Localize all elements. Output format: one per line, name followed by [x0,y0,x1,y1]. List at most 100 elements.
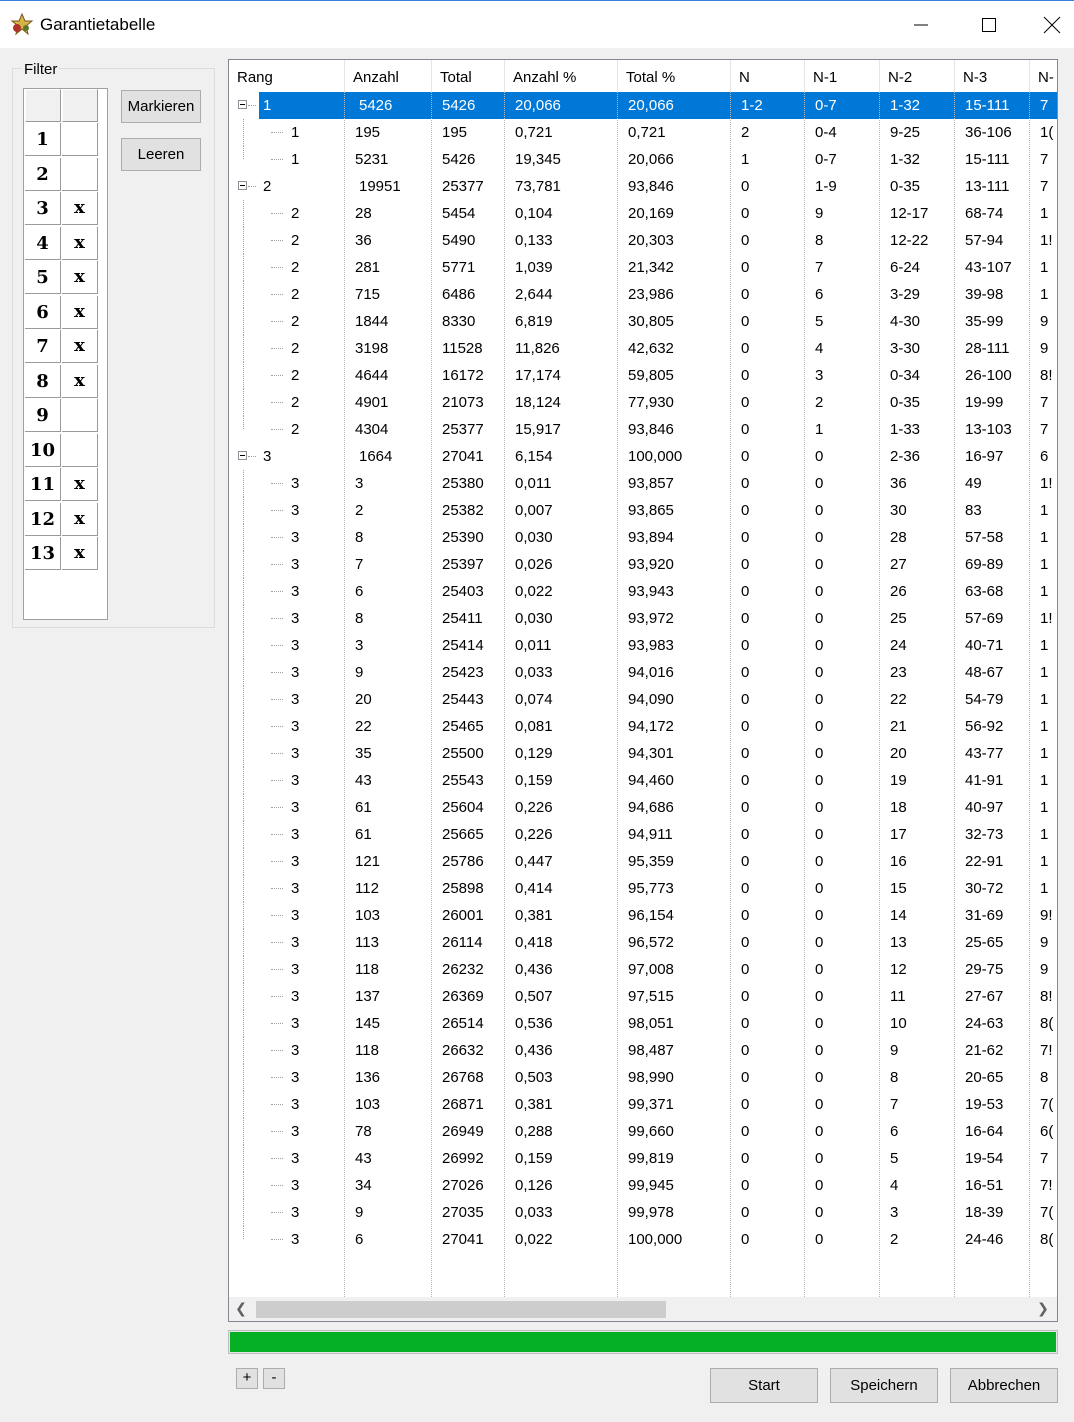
table-row[interactable]: 1 5231 5426 19,345 20,066 1 0-7 1-32 15-111 7 [229,146,1057,173]
column-header[interactable]: N-3 [955,60,1030,92]
filter-row-mark[interactable]: x [62,537,98,570]
collapse-toggle-icon[interactable] [238,181,247,190]
column-header[interactable]: Total [432,60,505,92]
table-row[interactable]: 3 61 25604 0,226 94,686 0 0 18 40-97 1 [229,794,1057,821]
table-row[interactable]: 2 715 6486 2,644 23,986 0 6 3-29 39-98 1 [229,281,1057,308]
scroll-left-icon[interactable]: ❮ [233,1300,249,1317]
table-row[interactable]: 3 8 25390 0,030 93,894 0 0 28 57-58 1 [229,524,1057,551]
column-header[interactable]: N [731,60,805,92]
filter-row-number[interactable]: 12 [25,502,61,536]
table-row[interactable]: 3 78 26949 0,288 99,660 0 0 6 16-64 6( [229,1118,1057,1145]
table-row[interactable]: 3 20 25443 0,074 94,090 0 0 22 54-79 1 [229,686,1057,713]
table-row[interactable]: 3 34 27026 0,126 99,945 0 0 4 16-51 7! [229,1172,1057,1199]
filter-row-mark[interactable]: x [62,502,98,536]
table-row[interactable]: 3 113 26114 0,418 96,572 0 0 13 25-65 9 [229,929,1057,956]
table-row[interactable]: 3 43 25543 0,159 94,460 0 0 19 41-91 1 [229,767,1057,794]
table-row[interactable]: 3 118 26632 0,436 98,487 0 0 9 21-62 7! [229,1037,1057,1064]
filter-row-number[interactable]: 9 [25,399,61,432]
filter-row-number[interactable]: 4 [25,226,61,260]
filter-row-mark[interactable]: x [62,330,98,363]
filter-row-number[interactable]: 3 [25,192,61,225]
table-row[interactable]: 3 2 25382 0,007 93,865 0 0 30 83 1 [229,497,1057,524]
table-row[interactable]: 3 103 26871 0,381 99,371 0 0 7 19-53 7( [229,1091,1057,1118]
column-header[interactable]: Total % [618,60,731,92]
table-row[interactable]: 2 1844 8330 6,819 30,805 0 5 4-30 35-99 9 [229,308,1057,335]
table-group-row[interactable]: 1 5426 5426 20,066 20,066 1-2 0-7 1-32 15-111 7 [229,92,1057,119]
markieren-button[interactable]: Markieren [121,90,201,123]
filter-row-number[interactable]: 6 [25,295,61,329]
filter-row-number[interactable]: 13 [25,537,61,570]
table-row[interactable]: 2 4304 25377 15,917 93,846 0 1 1-33 13-103 7 [229,416,1057,443]
filter-row-mark[interactable]: x [62,468,98,501]
table-row[interactable]: 3 8 25411 0,030 93,972 0 0 25 57-69 1! [229,605,1057,632]
table-row[interactable]: 2 3198 11528 11,826 42,632 0 4 3-30 28-111 9 [229,335,1057,362]
maximize-button[interactable] [960,1,1018,49]
table-row[interactable]: 3 61 25665 0,226 94,911 0 0 17 32-73 1 [229,821,1057,848]
table-row[interactable]: 2 4644 16172 17,174 59,805 0 3 0-34 26-100 8! [229,362,1057,389]
scroll-right-icon[interactable]: ❯ [1035,1300,1051,1317]
table-row[interactable]: 3 118 26232 0,436 97,008 0 0 12 29-75 9 [229,956,1057,983]
filter-row-mark[interactable]: x [62,364,98,398]
collapse-toggle-icon[interactable] [238,451,247,460]
table-group-row[interactable]: 3 1664 27041 6,154 100,000 0 0 2-36 16-97 6 [229,443,1057,470]
scrollbar-thumb[interactable] [256,1301,666,1318]
minimize-button[interactable] [892,1,950,49]
column-header[interactable]: Anzahl % [505,60,618,92]
table-row[interactable]: 2 28 5454 0,104 20,169 0 9 12-17 68-74 1 [229,200,1057,227]
filter-row-mark[interactable]: x [62,295,98,329]
speichern-button[interactable]: Speichern [830,1368,938,1403]
table-row[interactable]: 3 9 27035 0,033 99,978 0 0 3 18-39 7( [229,1199,1057,1226]
table-row[interactable]: 3 43 26992 0,159 99,819 0 0 5 19-54 7 [229,1145,1057,1172]
filter-grid[interactable]: 1 2 3 x 4 x 5 x 6 x 7 x 8 x 9 10 11 x 12 x 13 x [23,88,108,620]
table-cell-total: 25414 [442,637,484,654]
filter-row-number[interactable]: 7 [25,330,61,363]
filter-row-mark[interactable]: x [62,261,98,294]
filter-row-number[interactable]: 1 [25,123,61,156]
table-row[interactable]: 3 35 25500 0,129 94,301 0 0 20 43-77 1 [229,740,1057,767]
table-row[interactable]: 3 6 27041 0,022 100,000 0 0 2 24-46 8( [229,1226,1057,1253]
table-row[interactable]: 3 9 25423 0,033 94,016 0 0 23 48-67 1 [229,659,1057,686]
table-row[interactable]: 3 145 26514 0,536 98,051 0 0 10 24-63 8( [229,1010,1057,1037]
filter-row-mark[interactable] [62,433,98,467]
table-row[interactable]: 3 112 25898 0,414 95,773 0 0 15 30-72 1 [229,875,1057,902]
filter-row-mark[interactable] [62,123,98,156]
collapse-toggle-icon[interactable] [238,100,247,109]
close-button[interactable] [1030,1,1074,49]
abbrechen-button[interactable]: Abbrechen [950,1368,1058,1403]
filter-row-number[interactable]: 10 [25,433,61,467]
table-row[interactable]: 3 103 26001 0,381 96,154 0 0 14 31-69 9! [229,902,1057,929]
filter-row-number[interactable]: 5 [25,261,61,294]
filter-row-number[interactable]: 11 [25,468,61,501]
column-header[interactable]: N-2 [880,60,955,92]
column-header[interactable]: N-1 [805,60,880,92]
table-row[interactable]: 2 281 5771 1,039 21,342 0 7 6-24 43-107 1 [229,254,1057,281]
expand-all-button[interactable]: + [236,1368,258,1389]
filter-row-number[interactable]: 8 [25,364,61,398]
filter-row-mark[interactable] [62,399,98,432]
table-group-row[interactable]: 2 19951 25377 73,781 93,846 0 1-9 0-35 13-111 7 [229,173,1057,200]
table-cell-n: 8 [1040,1069,1049,1086]
column-header[interactable]: Anzahl [345,60,432,92]
table-row[interactable]: 3 3 25380 0,011 93,857 0 0 36 49 1! [229,470,1057,497]
column-header[interactable]: Rang [229,60,345,92]
table-row[interactable]: 3 7 25397 0,026 93,920 0 0 27 69-89 1 [229,551,1057,578]
filter-row-number[interactable]: 2 [25,157,61,191]
table-row[interactable]: 3 6 25403 0,022 93,943 0 0 26 63-68 1 [229,578,1057,605]
horizontal-scrollbar[interactable]: ❮ ❯ [229,1297,1057,1321]
table-row[interactable]: 1 195 195 0,721 0,721 2 0-4 9-25 36-106 1( [229,119,1057,146]
filter-row-mark[interactable]: x [62,226,98,260]
filter-row-mark[interactable] [62,157,98,191]
guarantee-table[interactable]: Rang Anzahl Total Anzahl % Total % N N-1 N-2 N-3… [228,59,1058,1322]
leeren-button[interactable]: Leeren [121,138,201,171]
filter-row-mark[interactable]: x [62,192,98,225]
table-row[interactable]: 3 121 25786 0,447 95,359 0 0 16 22-91 1 [229,848,1057,875]
collapse-all-button[interactable]: - [263,1368,285,1389]
column-header[interactable]: N- [1030,60,1057,92]
table-row[interactable]: 3 136 26768 0,503 98,990 0 0 8 20-65 8 [229,1064,1057,1091]
table-row[interactable]: 2 4901 21073 18,124 77,930 0 2 0-35 19-99 7 [229,389,1057,416]
table-row[interactable]: 3 137 26369 0,507 97,515 0 0 11 27-67 8! [229,983,1057,1010]
table-row[interactable]: 3 22 25465 0,081 94,172 0 0 21 56-92 1 [229,713,1057,740]
table-row[interactable]: 3 3 25414 0,011 93,983 0 0 24 40-71 1 [229,632,1057,659]
start-button[interactable]: Start [710,1368,818,1403]
table-row[interactable]: 2 36 5490 0,133 20,303 0 8 12-22 57-94 1! [229,227,1057,254]
